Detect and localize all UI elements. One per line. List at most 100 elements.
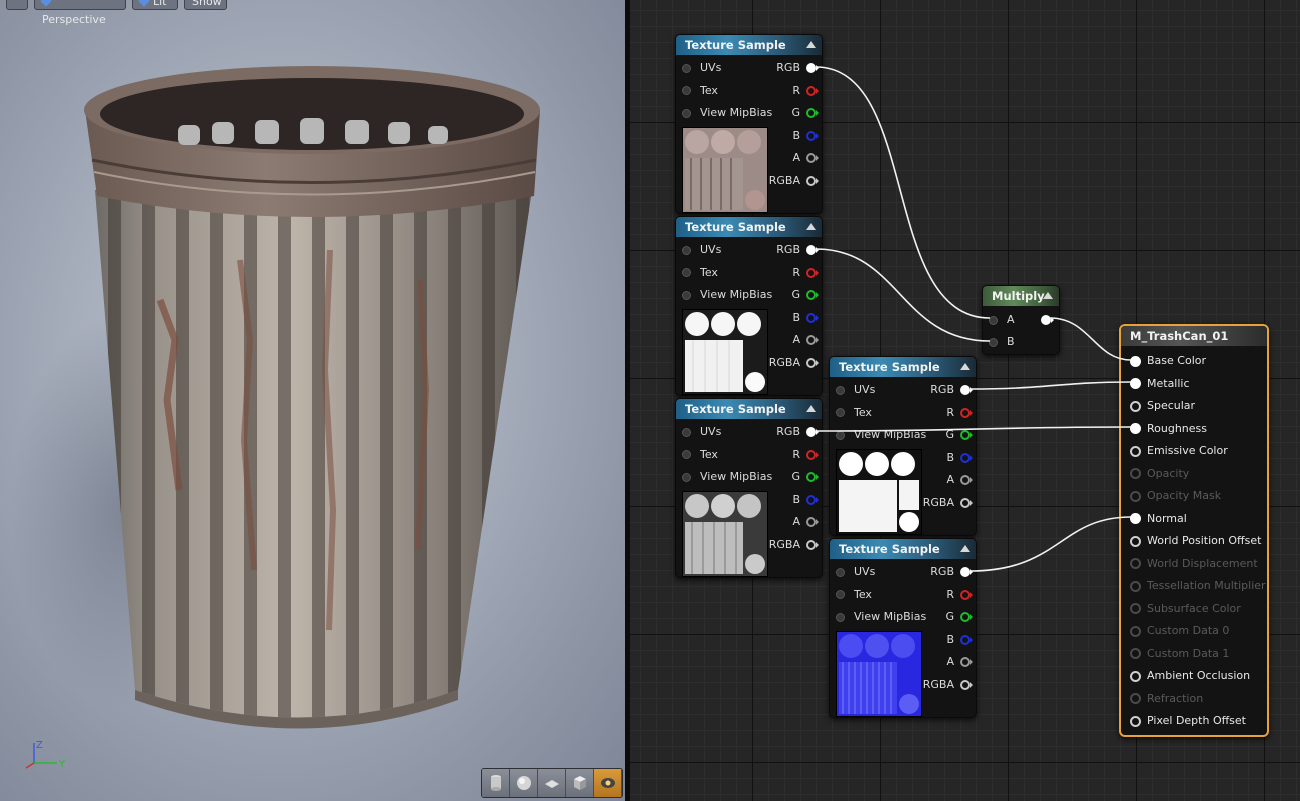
texture-output-rgba[interactable]: RGBA xyxy=(923,677,973,693)
input-pin-icon[interactable] xyxy=(1130,535,1141,547)
texture-output-r[interactable]: R xyxy=(792,447,819,463)
texture-input-tex[interactable]: Tex xyxy=(682,447,718,463)
output-pin-icon[interactable] xyxy=(960,497,973,508)
texture-output-a[interactable]: A xyxy=(792,514,819,530)
input-pin-icon[interactable] xyxy=(989,315,998,325)
texture-input-uvs[interactable]: UVs xyxy=(682,60,721,76)
output-pin-icon[interactable] xyxy=(806,517,819,527)
texture-input-uvs[interactable]: UVs xyxy=(682,424,721,440)
material-input-world-position-offset[interactable]: World Position Offset xyxy=(1130,533,1261,549)
texture-sample-header[interactable]: Texture Sample xyxy=(830,539,976,559)
texture-output-b[interactable]: B xyxy=(946,450,973,466)
output-pin-icon[interactable] xyxy=(1041,315,1054,325)
output-pin-icon[interactable] xyxy=(960,657,973,667)
texture-output-g[interactable]: G xyxy=(945,609,973,625)
texture-output-r[interactable]: R xyxy=(792,83,819,99)
texture-output-r[interactable]: R xyxy=(946,587,973,603)
output-pin-icon[interactable] xyxy=(960,567,973,577)
texture-output-rgba[interactable]: RGBA xyxy=(769,355,819,371)
texture-input-view-mipbias[interactable]: View MipBias xyxy=(836,609,926,625)
texture-input-tex[interactable]: Tex xyxy=(682,265,718,281)
texture-input-view-mipbias[interactable]: View MipBias xyxy=(682,469,772,485)
collapse-arrow-icon[interactable] xyxy=(960,545,970,552)
texture-sample-node[interactable]: Texture Sample UVs Tex View MipBias RGB R G B A R… xyxy=(829,356,977,536)
material-input-ambient-occlusion[interactable]: Ambient Occlusion xyxy=(1130,668,1250,684)
texture-output-g[interactable]: G xyxy=(791,469,819,485)
material-result-header[interactable]: M_TrashCan_01 xyxy=(1121,326,1267,346)
output-pin-icon[interactable] xyxy=(806,427,819,437)
custom-mesh-preview-icon[interactable] xyxy=(594,769,622,797)
material-input-pixel-depth-offset[interactable]: Pixel Depth Offset xyxy=(1130,713,1246,729)
collapse-arrow-icon[interactable] xyxy=(960,363,970,370)
texture-input-uvs[interactable]: UVs xyxy=(682,242,721,258)
input-pin-icon[interactable] xyxy=(682,63,691,73)
texture-output-b[interactable]: B xyxy=(946,632,973,648)
material-result-node[interactable]: M_TrashCan_01 Base Color Metallic Specular… xyxy=(1119,324,1269,737)
output-pin-icon[interactable] xyxy=(806,312,819,323)
output-pin-icon[interactable] xyxy=(806,245,819,255)
output-pin-icon[interactable] xyxy=(806,108,819,118)
texture-output-a[interactable]: A xyxy=(946,654,973,670)
output-pin-icon[interactable] xyxy=(960,589,973,600)
collapse-arrow-icon[interactable] xyxy=(806,41,816,48)
texture-output-rgba[interactable]: RGBA xyxy=(769,537,819,553)
output-pin-icon[interactable] xyxy=(960,612,973,622)
collapse-arrow-icon[interactable] xyxy=(806,405,816,412)
input-pin-icon[interactable] xyxy=(1130,670,1141,682)
input-pin-icon[interactable] xyxy=(682,472,691,482)
texture-output-rgb[interactable]: RGB xyxy=(930,382,973,398)
output-pin-icon[interactable] xyxy=(806,63,819,73)
input-pin-icon[interactable] xyxy=(836,430,845,440)
output-pin-icon[interactable] xyxy=(960,679,973,690)
output-pin-icon[interactable] xyxy=(806,85,819,96)
output-pin-icon[interactable] xyxy=(806,449,819,460)
collapse-arrow-icon[interactable] xyxy=(1043,292,1053,299)
input-pin-icon[interactable] xyxy=(682,245,691,255)
output-pin-icon[interactable] xyxy=(960,475,973,485)
multiply-input-b[interactable]: B xyxy=(989,334,1015,350)
input-pin-icon[interactable] xyxy=(1130,445,1141,457)
output-pin-icon[interactable] xyxy=(960,634,973,645)
output-pin-icon[interactable] xyxy=(806,130,819,141)
cube-preview-icon[interactable] xyxy=(566,769,594,797)
input-pin-icon[interactable] xyxy=(836,612,845,622)
texture-output-rgb[interactable]: RGB xyxy=(776,60,819,76)
material-input-specular[interactable]: Specular xyxy=(1130,398,1195,414)
texture-sample-header[interactable]: Texture Sample xyxy=(830,357,976,377)
input-pin-icon[interactable] xyxy=(1130,378,1141,389)
texture-output-g[interactable]: G xyxy=(791,105,819,121)
texture-input-tex[interactable]: Tex xyxy=(682,83,718,99)
plane-preview-icon[interactable] xyxy=(538,769,566,797)
input-pin-icon[interactable] xyxy=(1130,715,1141,727)
texture-input-tex[interactable]: Tex xyxy=(836,405,872,421)
input-pin-icon[interactable] xyxy=(682,450,691,459)
texture-output-g[interactable]: G xyxy=(791,287,819,303)
texture-output-rgb[interactable]: RGB xyxy=(776,424,819,440)
input-pin-icon[interactable] xyxy=(1130,423,1141,434)
texture-output-b[interactable]: B xyxy=(792,128,819,144)
output-pin-icon[interactable] xyxy=(806,335,819,345)
output-pin-icon[interactable] xyxy=(806,267,819,278)
cylinder-preview-icon[interactable] xyxy=(482,769,510,797)
material-input-normal[interactable]: Normal xyxy=(1130,511,1187,527)
output-pin-icon[interactable] xyxy=(806,175,819,186)
output-pin-icon[interactable] xyxy=(806,539,819,550)
texture-output-b[interactable]: B xyxy=(792,310,819,326)
input-pin-icon[interactable] xyxy=(682,290,691,300)
output-pin-icon[interactable] xyxy=(806,357,819,368)
material-input-metallic[interactable]: Metallic xyxy=(1130,376,1190,392)
output-pin-icon[interactable] xyxy=(960,407,973,418)
material-input-roughness[interactable]: Roughness xyxy=(1130,421,1207,437)
input-pin-icon[interactable] xyxy=(682,427,691,437)
input-pin-icon[interactable] xyxy=(836,590,845,599)
texture-input-uvs[interactable]: UVs xyxy=(836,382,875,398)
texture-output-r[interactable]: R xyxy=(946,405,973,421)
input-pin-icon[interactable] xyxy=(836,567,845,577)
texture-sample-header[interactable]: Texture Sample xyxy=(676,35,822,55)
multiply-input-a[interactable]: A xyxy=(989,312,1015,328)
output-pin-icon[interactable] xyxy=(806,153,819,163)
input-pin-icon[interactable] xyxy=(836,408,845,417)
texture-output-rgb[interactable]: RGB xyxy=(776,242,819,258)
texture-output-a[interactable]: A xyxy=(946,472,973,488)
texture-input-view-mipbias[interactable]: View MipBias xyxy=(682,287,772,303)
